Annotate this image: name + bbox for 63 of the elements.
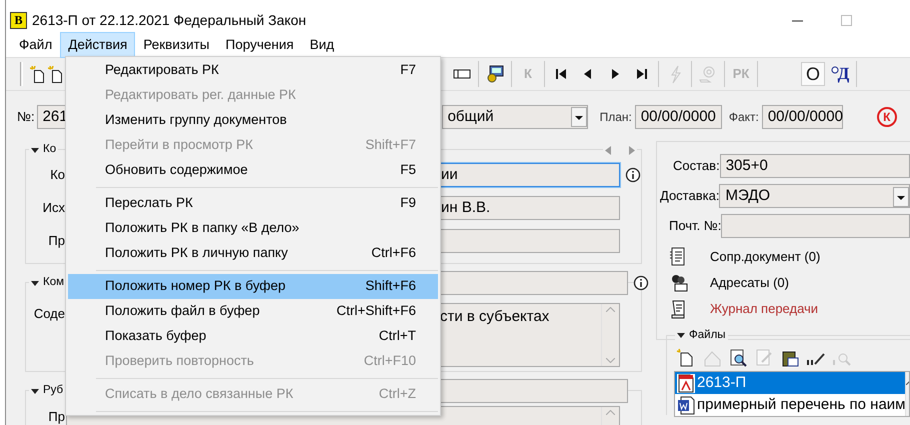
collapse-caret-icon xyxy=(31,388,39,394)
maximize-icon xyxy=(841,15,852,26)
section-legend[interactable]: Руб xyxy=(43,382,64,400)
plan-label: План: xyxy=(600,109,632,126)
menu-item[interactable]: Положить номер РК в буфер Shift+F6 xyxy=(68,274,438,299)
menu-bar-item[interactable]: Вид xyxy=(302,32,342,58)
menu-item[interactable]: Обновить содержимое F5 xyxy=(68,158,438,183)
link-label[interactable]: Адресаты (0) xyxy=(710,273,789,293)
postal-number-label: Почт. №: xyxy=(669,217,722,236)
delivery-label: Доставка: xyxy=(660,187,720,206)
computer-gear-icon xyxy=(485,64,505,84)
menu-item[interactable]: Изменить группу документов xyxy=(68,108,438,133)
scroll-left-icon xyxy=(605,146,611,154)
composition-field[interactable]: 305+0 xyxy=(720,154,910,178)
magnifier-document-icon xyxy=(728,348,748,368)
menu-bar-item[interactable]: Реквизиты xyxy=(135,32,218,58)
word-file-icon xyxy=(677,396,695,415)
link-label[interactable]: Сопр.документ (0) xyxy=(710,247,820,267)
collapse-caret-icon xyxy=(31,280,39,286)
scroll-up-icon xyxy=(606,307,615,312)
scroll-up-icon xyxy=(606,410,615,416)
window-title: 2613-П от 22.12.2021 Федеральный Закон xyxy=(32,11,306,30)
link-label[interactable]: Журнал передачи xyxy=(710,299,818,319)
field-label: Пр xyxy=(48,232,65,250)
section-legend[interactable]: Ком xyxy=(43,274,64,292)
status-mark: К xyxy=(876,107,897,127)
number-label: №: xyxy=(17,108,35,126)
menu-item[interactable]: Редактировать РК F7 xyxy=(68,58,438,83)
edit-document-icon xyxy=(754,348,774,368)
menu-item[interactable]: Показать буфер Ctrl+T xyxy=(68,324,438,349)
file-list-item[interactable]: 2613-П xyxy=(675,372,906,394)
postal-number-field[interactable] xyxy=(721,214,910,238)
collapse-caret-icon xyxy=(31,148,39,152)
file-list-item[interactable]: примерный перечень по наим xyxy=(675,394,906,416)
scroll-right-icon xyxy=(629,146,635,154)
people-icon xyxy=(669,273,688,293)
new-document-icon xyxy=(30,66,44,82)
field-label: Ко xyxy=(50,166,65,184)
new-document-icon xyxy=(48,66,62,82)
delivery-dropdown[interactable]: МЭДО xyxy=(719,184,910,208)
fact-date-field[interactable]: 00/00/0000 xyxy=(762,105,843,129)
field-label: Соде xyxy=(34,305,65,324)
pdf-file-icon xyxy=(677,374,695,393)
scroll-down-icon xyxy=(606,358,615,363)
fact-label: Факт: xyxy=(728,109,759,126)
zoom-button[interactable]: Д xyxy=(828,62,852,86)
section-legend[interactable]: Ко xyxy=(43,141,56,159)
files-legend[interactable]: Файлы xyxy=(689,327,726,344)
menu-bar-item[interactable]: Поручения xyxy=(218,32,302,58)
toolbar-button[interactable]: О xyxy=(801,62,825,86)
plan-date-field[interactable]: 00/00/0000 xyxy=(634,105,722,129)
menu-item[interactable]: Положить РК в личную папку Ctrl+F6 xyxy=(68,241,438,266)
menu-item[interactable]: Положить РК в папку «В дело» xyxy=(68,216,438,241)
menu-item[interactable]: Положить файл в буфер Ctrl+Shift+F6 xyxy=(68,299,438,324)
app-icon: B xyxy=(10,12,27,29)
field-label: Исх xyxy=(42,199,65,218)
menu-item[interactable]: Переслать РК F9 xyxy=(68,191,438,216)
collapse-caret-icon xyxy=(677,333,685,338)
composition-label: Состав: xyxy=(673,157,720,176)
field-label: Пр xyxy=(48,408,65,425)
access-dropdown[interactable]: общий xyxy=(442,105,588,129)
menu-bar-item[interactable]: Файл xyxy=(11,32,60,58)
magnifier-icon xyxy=(830,66,839,74)
